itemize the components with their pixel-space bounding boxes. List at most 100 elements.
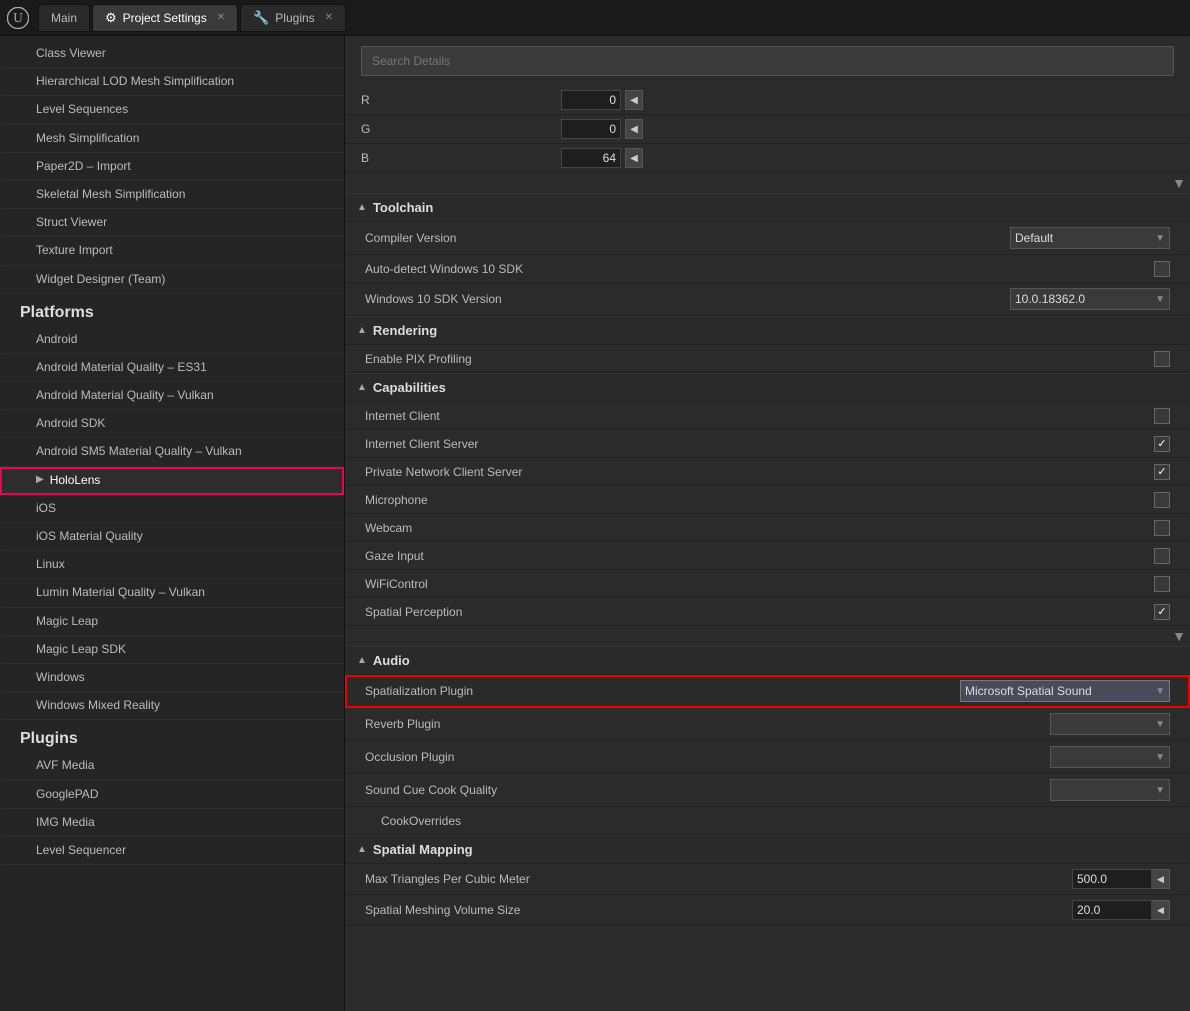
spatial-meshing-volume-input[interactable] bbox=[1072, 900, 1152, 920]
search-input[interactable] bbox=[372, 54, 1163, 68]
microphone-checkbox[interactable] bbox=[1154, 492, 1170, 508]
sidebar-item-magic-leap[interactable]: Magic Leap bbox=[0, 608, 344, 636]
toolchain-collapse-icon: ▲ bbox=[357, 202, 367, 213]
tab-plugins-close[interactable]: ✕ bbox=[325, 12, 333, 23]
color-g-input[interactable] bbox=[561, 119, 621, 139]
sound-cue-cook-dropdown[interactable]: ▼ bbox=[1050, 779, 1170, 801]
internet-client-server-checkbox[interactable] bbox=[1154, 436, 1170, 452]
sidebar-item-android-sm5[interactable]: Android SM5 Material Quality – Vulkan bbox=[0, 438, 344, 466]
tab-bar: U Main ⚙ Project Settings ✕ 🔧 Plugins ✕ bbox=[0, 0, 1190, 36]
sidebar-item-windows[interactable]: Windows bbox=[0, 664, 344, 692]
tab-project-settings-close[interactable]: ✕ bbox=[217, 12, 225, 23]
sidebar-item-android[interactable]: Android bbox=[0, 326, 344, 354]
capabilities-scroll-indicator: ▼ bbox=[345, 626, 1190, 646]
prop-compiler-version: Compiler Version Default ▼ bbox=[345, 222, 1190, 255]
sidebar-item-mesh-simplification[interactable]: Mesh Simplification bbox=[0, 125, 344, 153]
internet-client-checkbox[interactable] bbox=[1154, 408, 1170, 424]
sidebar-item-level-sequencer[interactable]: Level Sequencer bbox=[0, 837, 344, 865]
pix-profiling-label: Enable PIX Profiling bbox=[365, 352, 1154, 366]
pix-profiling-checkbox[interactable] bbox=[1154, 351, 1170, 367]
prop-pix-profiling: Enable PIX Profiling bbox=[345, 345, 1190, 373]
private-network-checkbox[interactable] bbox=[1154, 464, 1170, 480]
color-b-input[interactable] bbox=[561, 148, 621, 168]
max-triangles-value: ◀ bbox=[1072, 869, 1170, 889]
sidebar-item-avf-media[interactable]: AVF Media bbox=[0, 752, 344, 780]
color-r-input[interactable] bbox=[561, 90, 621, 110]
max-triangles-input[interactable] bbox=[1072, 869, 1152, 889]
max-triangles-spin[interactable]: ◀ bbox=[1152, 869, 1170, 889]
scroll-down-indicator: ▼ bbox=[345, 173, 1190, 193]
sidebar-item-hierarchical-lod[interactable]: Hierarchical LOD Mesh Simplification bbox=[0, 68, 344, 96]
content-area: R ◀ G ◀ B ◀ ▼ bbox=[345, 36, 1190, 1011]
sidebar-item-level-sequences[interactable]: Level Sequences bbox=[0, 96, 344, 124]
main-layout: Class Viewer Hierarchical LOD Mesh Simpl… bbox=[0, 36, 1190, 1011]
sidebar-item-class-viewer[interactable]: Class Viewer bbox=[0, 40, 344, 68]
color-g-spin[interactable]: ◀ bbox=[625, 119, 643, 139]
win10-sdk-selected: 10.0.18362.0 bbox=[1015, 292, 1085, 306]
tab-plugins[interactable]: 🔧 Plugins ✕ bbox=[240, 4, 346, 32]
compiler-version-value: Default ▼ bbox=[1010, 227, 1170, 249]
spatial-meshing-volume-spin[interactable]: ◀ bbox=[1152, 900, 1170, 920]
color-r-label: R bbox=[361, 93, 561, 107]
sidebar-item-ios-material[interactable]: iOS Material Quality bbox=[0, 523, 344, 551]
tab-project-settings[interactable]: ⚙ Project Settings ✕ bbox=[92, 4, 238, 32]
hololens-arrow-icon: ▶ bbox=[36, 472, 44, 488]
audio-collapse-icon: ▲ bbox=[357, 655, 367, 666]
prop-webcam: Webcam bbox=[345, 514, 1190, 542]
prop-reverb-plugin: Reverb Plugin ▼ bbox=[345, 708, 1190, 741]
webcam-checkbox[interactable] bbox=[1154, 520, 1170, 536]
gaze-input-checkbox[interactable] bbox=[1154, 548, 1170, 564]
max-triangles-field: ◀ bbox=[1072, 869, 1170, 889]
sidebar: Class Viewer Hierarchical LOD Mesh Simpl… bbox=[0, 36, 345, 1011]
tab-project-settings-label: Project Settings bbox=[123, 11, 207, 25]
sidebar-item-skeletal-mesh[interactable]: Skeletal Mesh Simplification bbox=[0, 181, 344, 209]
section-audio[interactable]: ▲ Audio bbox=[345, 646, 1190, 675]
occlusion-plugin-dropdown[interactable]: ▼ bbox=[1050, 746, 1170, 768]
sidebar-item-hololens[interactable]: ▶ HoloLens bbox=[0, 467, 344, 495]
compiler-version-selected: Default bbox=[1015, 231, 1053, 245]
tab-main[interactable]: Main bbox=[38, 4, 90, 32]
gaze-input-label: Gaze Input bbox=[365, 549, 1154, 563]
sidebar-item-linux[interactable]: Linux bbox=[0, 551, 344, 579]
compiler-version-dropdown[interactable]: Default ▼ bbox=[1010, 227, 1170, 249]
sidebar-item-android-es31[interactable]: Android Material Quality – ES31 bbox=[0, 354, 344, 382]
spatialization-plugin-selected: Microsoft Spatial Sound bbox=[965, 684, 1092, 698]
spatial-mapping-collapse-icon: ▲ bbox=[357, 844, 367, 855]
search-bar[interactable] bbox=[361, 46, 1174, 76]
section-spatial-mapping[interactable]: ▲ Spatial Mapping bbox=[345, 835, 1190, 864]
spatial-perception-label: Spatial Perception bbox=[365, 605, 1154, 619]
section-capabilities[interactable]: ▲ Capabilities bbox=[345, 373, 1190, 402]
wifi-control-checkbox[interactable] bbox=[1154, 576, 1170, 592]
sidebar-item-magic-leap-sdk[interactable]: Magic Leap SDK bbox=[0, 636, 344, 664]
color-b-spin[interactable]: ◀ bbox=[625, 148, 643, 168]
sidebar-item-texture-import[interactable]: Texture Import bbox=[0, 237, 344, 265]
win10-sdk-value: 10.0.18362.0 ▼ bbox=[1010, 288, 1170, 310]
sidebar-item-struct-viewer[interactable]: Struct Viewer bbox=[0, 209, 344, 237]
sidebar-item-android-sdk[interactable]: Android SDK bbox=[0, 410, 344, 438]
color-b-label: B bbox=[361, 151, 561, 165]
sidebar-item-android-vulkan[interactable]: Android Material Quality – Vulkan bbox=[0, 382, 344, 410]
max-triangles-label: Max Triangles Per Cubic Meter bbox=[365, 872, 1072, 886]
sidebar-item-widget-designer[interactable]: Widget Designer (Team) bbox=[0, 266, 344, 294]
spatial-perception-checkbox[interactable] bbox=[1154, 604, 1170, 620]
prop-wifi-control: WiFiControl bbox=[345, 570, 1190, 598]
tab-plugins-label: Plugins bbox=[275, 11, 314, 25]
reverb-plugin-dropdown[interactable]: ▼ bbox=[1050, 713, 1170, 735]
section-rendering[interactable]: ▲ Rendering bbox=[345, 316, 1190, 345]
spatial-mapping-label: Spatial Mapping bbox=[373, 842, 473, 857]
color-r-spin[interactable]: ◀ bbox=[625, 90, 643, 110]
auto-detect-win10-checkbox[interactable] bbox=[1154, 261, 1170, 277]
sidebar-item-ios[interactable]: iOS bbox=[0, 495, 344, 523]
win10-sdk-dropdown[interactable]: 10.0.18362.0 ▼ bbox=[1010, 288, 1170, 310]
plugins-icon: 🔧 bbox=[253, 10, 269, 26]
spatialization-plugin-dropdown[interactable]: Microsoft Spatial Sound ▼ bbox=[960, 680, 1170, 702]
spatialization-plugin-value: Microsoft Spatial Sound ▼ bbox=[960, 680, 1170, 702]
svg-text:U: U bbox=[13, 9, 23, 24]
sidebar-item-img-media[interactable]: IMG Media bbox=[0, 809, 344, 837]
section-toolchain[interactable]: ▲ Toolchain bbox=[345, 193, 1190, 222]
sidebar-item-googlepad[interactable]: GooglePAD bbox=[0, 781, 344, 809]
sidebar-item-lumin[interactable]: Lumin Material Quality – Vulkan bbox=[0, 579, 344, 607]
spatialization-plugin-label: Spatialization Plugin bbox=[365, 684, 960, 698]
sidebar-item-paper2d[interactable]: Paper2D – Import bbox=[0, 153, 344, 181]
sidebar-item-windows-mixed[interactable]: Windows Mixed Reality bbox=[0, 692, 344, 720]
